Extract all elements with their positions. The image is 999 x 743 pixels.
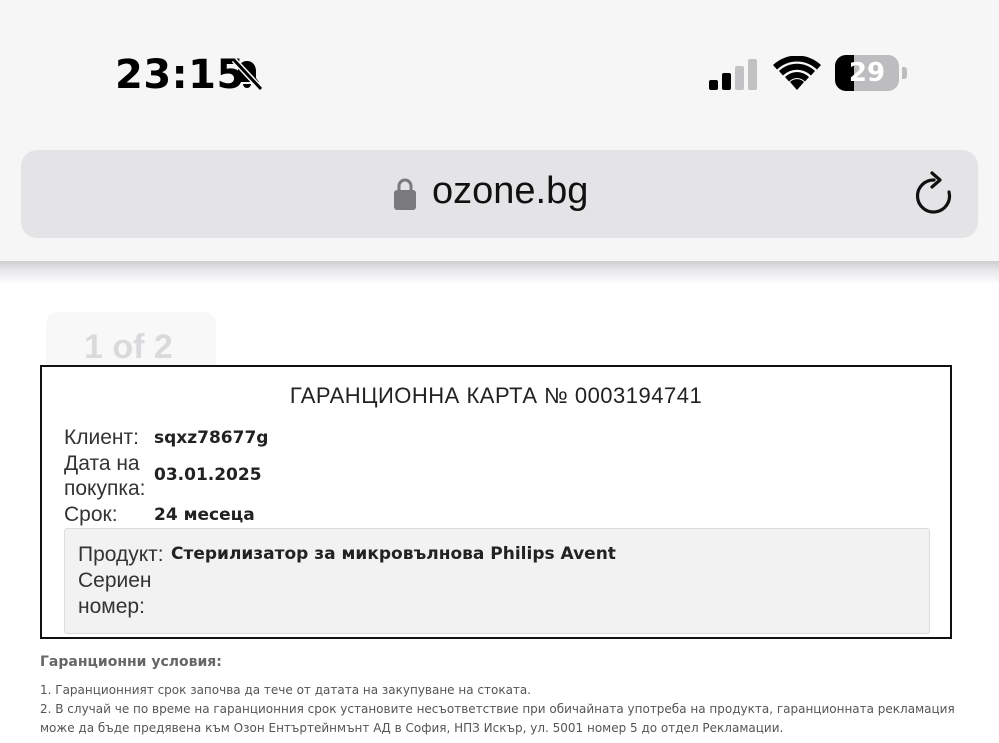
page-indicator-text: 1 of 2 (84, 328, 173, 366)
product-label: Продукт: (78, 543, 164, 566)
warranty-card-title: ГАРАНЦИОННА КАРТА № 0003194741 (289, 383, 703, 408)
reload-icon[interactable] (912, 170, 956, 218)
condition-item: може да бъде предявена към Озон Ентъртей… (40, 721, 784, 735)
client-value: sqxz78677g (154, 428, 269, 448)
status-time: 23:15 (115, 52, 245, 98)
product-value: Стерилизатор за микровълнова Philips Ave… (171, 544, 616, 564)
battery-icon: 29 (835, 55, 909, 93)
browser-chrome: 23:15 29 ozone.bg (0, 0, 999, 262)
purchase-date-label-line2: покупка: (64, 477, 146, 500)
battery-percent: 29 (848, 58, 886, 88)
serial-label-line2: номер: (78, 595, 145, 618)
bell-slash-icon (231, 57, 264, 92)
client-label: Клиент: (64, 426, 139, 449)
serial-label-line1: Сериен (78, 569, 152, 592)
wifi-icon (773, 56, 821, 90)
purchase-date-value: 03.01.2025 (154, 465, 262, 485)
term-label: Срок: (64, 503, 118, 526)
cellular-signal-icon (709, 59, 757, 90)
product-info-box: Продукт: Стерилизатор за микровълнова Ph… (64, 528, 930, 634)
chrome-divider (0, 261, 999, 285)
purchase-date-label-line1: Дата на (64, 452, 140, 475)
battery-tip (902, 67, 907, 79)
url-text[interactable]: ozone.bg (432, 170, 588, 213)
lock-icon (394, 178, 416, 210)
battery-shell: 29 (835, 55, 899, 91)
condition-item: 1. Гаранционният срок започва да тече от… (40, 683, 532, 697)
term-value: 24 месеца (154, 505, 255, 525)
warranty-card: ГАРАНЦИОННА КАРТА № 0003194741 Клиент: s… (40, 365, 952, 639)
condition-item: 2. В случай че по време на гаранционния … (40, 702, 955, 716)
status-bar: 23:15 29 (0, 0, 999, 140)
conditions-heading: Гаранционни условия: (40, 654, 222, 670)
